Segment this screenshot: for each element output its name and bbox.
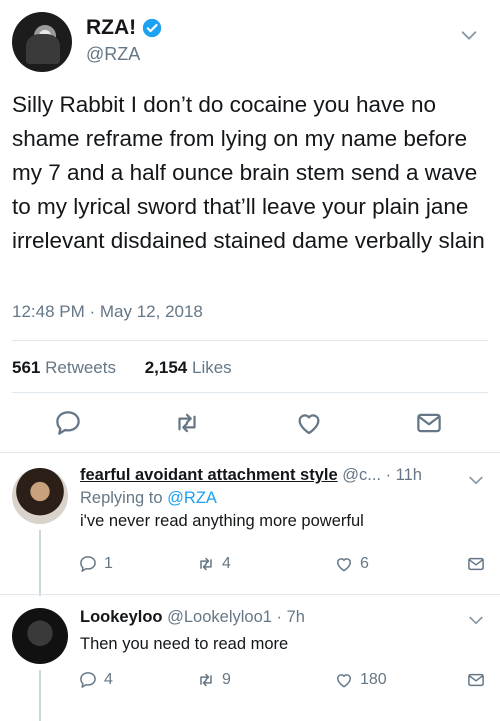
tweet-header: RZA! @RZA [12, 12, 488, 76]
tweet-timestamp[interactable]: 12:48 PM · May 12, 2018 [12, 302, 203, 322]
likes-label: Likes [192, 358, 232, 377]
share-button[interactable] [466, 670, 486, 690]
share-envelope-icon[interactable] [414, 408, 444, 438]
retweet-icon [200, 673, 212, 687]
reply-bubble-icon [80, 556, 96, 572]
reply-header: fearful avoidant attachment style @c... … [80, 466, 480, 485]
chevron-down-icon[interactable] [466, 610, 486, 630]
retweet-icon [200, 557, 212, 571]
divider [0, 594, 500, 595]
retweet-count: 9 [222, 671, 231, 688]
share-button[interactable] [466, 554, 486, 574]
reply-text: i've never read anything more powerful [80, 512, 364, 530]
chevron-down-icon[interactable] [458, 24, 480, 46]
divider [12, 340, 488, 341]
replying-prefix: Replying to [80, 489, 163, 507]
handle[interactable]: @RZA [86, 44, 162, 65]
share-envelope-icon [468, 673, 484, 687]
retweets-stat[interactable]: 561 Retweets [12, 358, 116, 378]
author-block: RZA! @RZA [86, 16, 162, 65]
reply-content: fearful avoidant attachment style @c... … [80, 466, 480, 531]
reply-count: 1 [104, 555, 113, 572]
replying-to: Replying to @RZA [80, 489, 480, 508]
reply-bubble-icon [80, 672, 96, 688]
reply-meta: @Lookelyloo1 · 7h [167, 608, 305, 626]
reply-count: 4 [104, 671, 113, 688]
tweet-actions [0, 408, 500, 444]
like-button[interactable]: 6 [334, 554, 369, 574]
retweets-count: 561 [12, 358, 41, 377]
retweets-label: Retweets [45, 358, 116, 377]
reply-author-name[interactable]: Lookeyloo [80, 608, 163, 626]
retweet-icon[interactable] [172, 408, 202, 438]
reply-author-name[interactable]: fearful avoidant attachment style [80, 466, 338, 484]
heart-icon [337, 674, 351, 688]
like-button[interactable]: 180 [334, 670, 387, 690]
reply-text: Then you need to read more [80, 635, 289, 653]
like-count: 180 [360, 671, 387, 688]
replying-mention[interactable]: @RZA [167, 489, 217, 507]
reply-actions: 4 9 180 [78, 670, 488, 694]
tweet-text: Silly Rabbit I don’t do cocaine you have… [12, 92, 485, 253]
retweet-button[interactable]: 9 [196, 670, 231, 690]
thread-line [39, 530, 41, 596]
reply-meta: @c... · 11h [342, 466, 422, 484]
retweet-button[interactable]: 4 [196, 554, 231, 574]
heart-icon[interactable] [294, 408, 324, 438]
likes-stat[interactable]: 2,154 Likes [145, 358, 232, 378]
reply-button[interactable]: 4 [78, 670, 113, 690]
reply-content: Lookeyloo @Lookelyloo1 · 7h Then you nee… [80, 608, 480, 654]
reply-header: Lookeyloo @Lookelyloo1 · 7h [80, 608, 480, 627]
avatar[interactable] [12, 608, 68, 664]
chevron-down-icon[interactable] [466, 470, 486, 490]
reply-actions: 1 4 6 [78, 554, 488, 578]
like-count: 6 [360, 555, 369, 572]
tweet-stats: 561 Retweets 2,154 Likes [12, 358, 256, 378]
divider [0, 452, 500, 453]
author-name-row: RZA! [86, 16, 162, 40]
likes-count: 2,154 [144, 358, 188, 377]
divider [12, 392, 488, 393]
heart-icon [337, 558, 351, 572]
retweet-count: 4 [222, 555, 231, 572]
share-envelope-icon [468, 557, 484, 571]
display-name[interactable]: RZA! [86, 16, 136, 40]
avatar[interactable] [12, 12, 72, 72]
reply-button[interactable]: 1 [78, 554, 113, 574]
thread-line [39, 670, 41, 721]
verified-badge-icon [142, 18, 162, 38]
avatar[interactable] [12, 468, 68, 524]
reply-bubble-icon[interactable] [53, 408, 83, 438]
